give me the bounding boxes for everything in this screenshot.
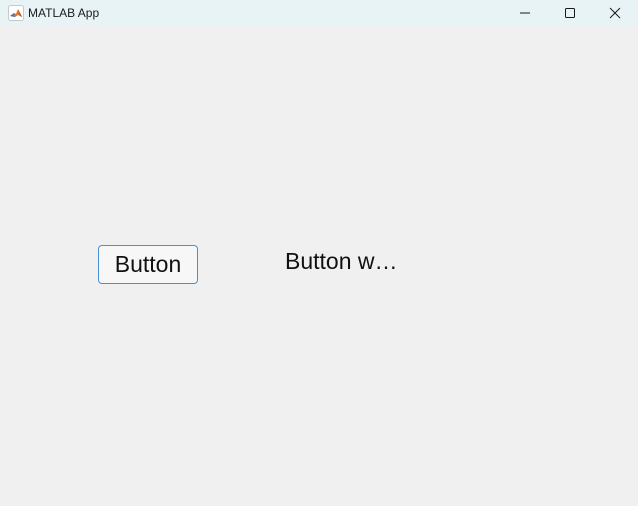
title-bar[interactable]: MATLAB App <box>0 0 638 26</box>
window-title: MATLAB App <box>28 6 100 20</box>
text-label: Button w… <box>285 248 398 274</box>
matlab-icon <box>8 5 24 21</box>
app-window: MATLAB App Button Button w… <box>0 0 638 506</box>
app-canvas: Button Button w… <box>0 26 638 506</box>
close-button[interactable] <box>592 0 638 26</box>
minimize-button[interactable] <box>502 0 548 26</box>
push-button[interactable]: Button <box>98 245 198 284</box>
close-icon <box>609 7 621 19</box>
maximize-icon <box>565 8 575 18</box>
maximize-button[interactable] <box>547 0 593 26</box>
minimize-icon <box>520 12 530 14</box>
